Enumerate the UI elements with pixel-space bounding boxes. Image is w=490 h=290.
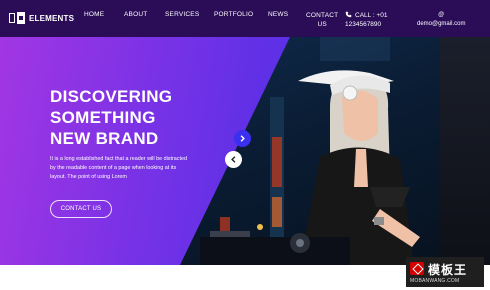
hero-photo [180,37,440,265]
nav-contact-us-line2: US [317,21,327,28]
hero-title-line1: DISCOVERING [50,87,173,106]
hero-slider: DISCOVERING SOMETHING NEW BRAND It is a … [0,37,490,265]
nav-contact-us-line1: CONTACT [306,12,339,19]
email-info[interactable]: @ demo@gmail.com [417,11,465,29]
email-symbol: @ [438,12,445,18]
hero-title-line2: SOMETHING [50,108,156,127]
dj-image [200,37,420,265]
contact-us-button[interactable]: CONTACT US [50,200,112,218]
nav-services[interactable]: SERVICES [165,11,199,18]
call-label: CALL : +01 [355,12,388,19]
page: ELEMENTS HOME ABOUT SERVICES PORTFOLIO N… [0,0,490,290]
nav-portfolio[interactable]: PORTFOLIO [214,11,253,18]
email-address: demo@gmail.com [417,21,466,27]
nav-news[interactable]: NEWS [268,11,288,18]
brand-name: ELEMENTS [29,13,75,23]
watermark-en: MOBANWANG.COM [410,278,460,284]
call-number: 1234567890 [345,21,382,28]
hero-photo-edge [440,37,490,265]
watermark-logo-icon [410,262,424,275]
hero-description: It is a long established fact that a rea… [50,156,187,180]
nav-about[interactable]: ABOUT [124,11,147,18]
slider-prev-button[interactable] [225,151,242,168]
slider-next-button[interactable] [234,130,251,147]
brand-logo[interactable]: ELEMENTS [9,12,74,24]
logo-icon [9,12,25,24]
nav-home[interactable]: HOME [84,11,104,18]
chevron-right-icon [240,135,245,142]
chevron-left-icon [231,156,236,163]
call-info[interactable]: CALL : +01 1234567890 [345,11,387,29]
hero-title-line3: NEW BRAND [50,129,159,148]
nav-contact-us[interactable]: CONTACT US [306,11,338,29]
site-watermark: 模板王 MOBANWANG.COM [406,257,484,287]
watermark-cn: 模板王 [428,263,468,277]
top-navbar: ELEMENTS HOME ABOUT SERVICES PORTFOLIO N… [0,0,490,37]
hero-title: DISCOVERING SOMETHING NEW BRAND [50,86,172,149]
phone-icon [345,11,352,18]
